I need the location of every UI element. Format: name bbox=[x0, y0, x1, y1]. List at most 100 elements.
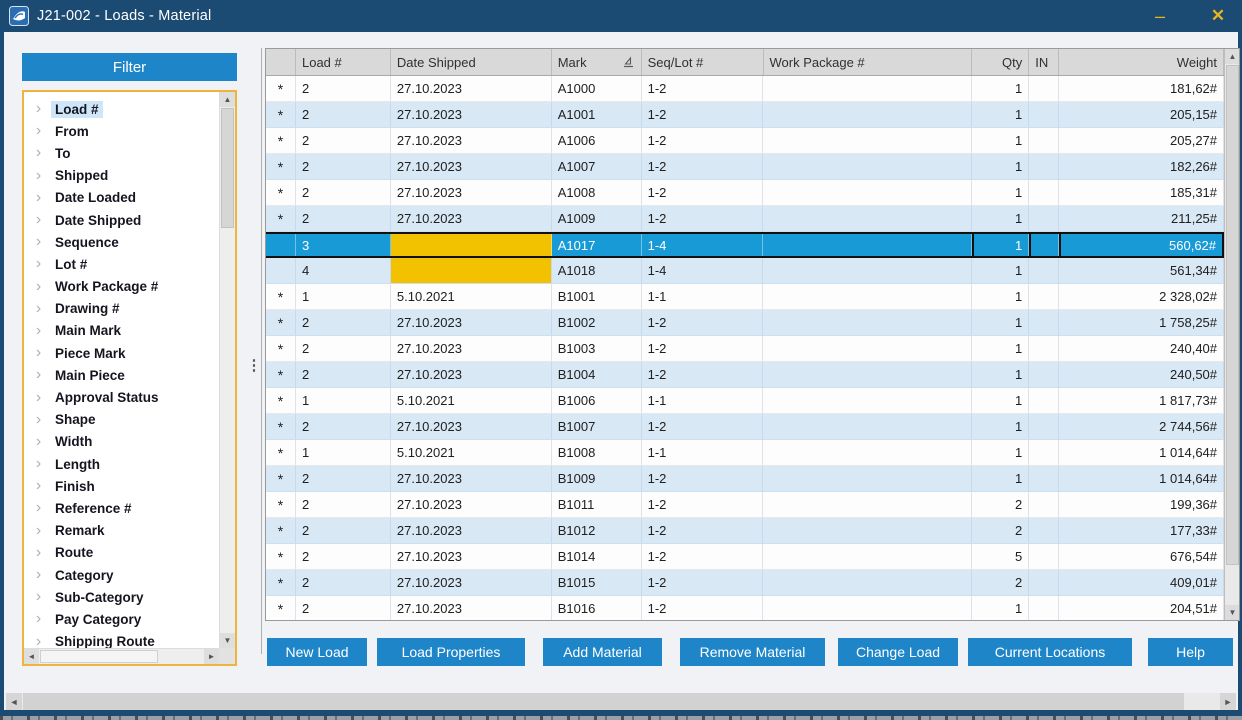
grid-vertical-scrollbar[interactable]: ▲ ▼ bbox=[1224, 49, 1239, 620]
filter-tree-item-to[interactable]: ›To bbox=[24, 142, 219, 164]
cell-qty[interactable]: 1 bbox=[972, 258, 1029, 283]
cell-marker[interactable]: * bbox=[266, 154, 296, 179]
cell-load[interactable]: 2 bbox=[296, 596, 391, 620]
help-button[interactable]: Help bbox=[1148, 638, 1233, 666]
expand-chevron-icon[interactable]: › bbox=[32, 123, 45, 139]
expand-chevron-icon[interactable]: › bbox=[32, 145, 45, 161]
cell-in[interactable] bbox=[1029, 570, 1059, 595]
expand-chevron-icon[interactable]: › bbox=[32, 500, 45, 516]
table-row[interactable]: *227.10.2023B10071-212 744,56# bbox=[266, 414, 1224, 440]
filter-tree-item-main-piece[interactable]: ›Main Piece bbox=[24, 364, 219, 386]
cell-seq[interactable]: 1-2 bbox=[642, 362, 764, 387]
cell-seq[interactable]: 1-2 bbox=[642, 544, 764, 569]
expand-chevron-icon[interactable]: › bbox=[32, 456, 45, 472]
cell-date[interactable]: 5.10.2021 bbox=[391, 284, 552, 309]
expand-chevron-icon[interactable]: › bbox=[32, 256, 45, 272]
new-load-button[interactable]: New Load bbox=[267, 638, 367, 666]
table-row[interactable]: *227.10.2023B10151-22409,01# bbox=[266, 570, 1224, 596]
table-row[interactable]: 4A10181-41561,34# bbox=[266, 258, 1224, 284]
expand-chevron-icon[interactable]: › bbox=[32, 567, 45, 583]
cell-load[interactable]: 2 bbox=[296, 128, 391, 153]
filter-tree-item-shape[interactable]: ›Shape bbox=[24, 409, 219, 431]
table-row[interactable]: *227.10.2023B10161-21204,51# bbox=[266, 596, 1224, 620]
cell-load[interactable]: 2 bbox=[296, 180, 391, 205]
cell-seq[interactable]: 1-4 bbox=[642, 234, 764, 256]
cell-in[interactable] bbox=[1029, 466, 1059, 491]
cell-marker[interactable]: * bbox=[266, 440, 296, 465]
scroll-right-icon[interactable]: ► bbox=[204, 649, 219, 664]
cell-seq[interactable]: 1-1 bbox=[642, 440, 764, 465]
cell-wp[interactable] bbox=[763, 258, 972, 283]
cell-date[interactable]: 27.10.2023 bbox=[391, 180, 552, 205]
column-header-work-package[interactable]: Work Package # bbox=[764, 49, 973, 75]
cell-weight[interactable]: 1 014,64# bbox=[1059, 466, 1224, 491]
filter-tree-item-shipping-route[interactable]: ›Shipping Route bbox=[24, 631, 219, 649]
cell-in[interactable] bbox=[1029, 206, 1059, 231]
expand-chevron-icon[interactable]: › bbox=[32, 101, 45, 117]
cell-in[interactable] bbox=[1029, 310, 1059, 335]
cell-marker[interactable]: * bbox=[266, 128, 296, 153]
cell-in[interactable] bbox=[1029, 544, 1059, 569]
cell-marker[interactable]: * bbox=[266, 388, 296, 413]
cell-seq[interactable]: 1-2 bbox=[642, 128, 764, 153]
cell-wp[interactable] bbox=[763, 466, 972, 491]
cell-qty[interactable]: 1 bbox=[972, 180, 1029, 205]
cell-date[interactable]: 27.10.2023 bbox=[391, 76, 552, 101]
cell-marker[interactable]: * bbox=[266, 284, 296, 309]
cell-seq[interactable]: 1-2 bbox=[642, 310, 764, 335]
cell-in[interactable] bbox=[1029, 180, 1059, 205]
expand-chevron-icon[interactable]: › bbox=[32, 434, 45, 450]
filter-tree-item-length[interactable]: ›Length bbox=[24, 453, 219, 475]
expand-chevron-icon[interactable]: › bbox=[32, 611, 45, 627]
cell-marker[interactable] bbox=[266, 234, 296, 256]
cell-marker[interactable]: * bbox=[266, 544, 296, 569]
cell-in[interactable] bbox=[1029, 234, 1059, 256]
expand-chevron-icon[interactable]: › bbox=[32, 323, 45, 339]
cell-load[interactable]: 1 bbox=[296, 284, 391, 309]
cell-mark[interactable]: B1008 bbox=[552, 440, 642, 465]
table-row[interactable]: *15.10.2021B10061-111 817,73# bbox=[266, 388, 1224, 414]
cell-wp[interactable] bbox=[763, 414, 972, 439]
expand-chevron-icon[interactable]: › bbox=[32, 168, 45, 184]
cell-in[interactable] bbox=[1029, 414, 1059, 439]
filter-tree-item-width[interactable]: ›Width bbox=[24, 431, 219, 453]
cell-seq[interactable]: 1-2 bbox=[642, 76, 764, 101]
filter-tree-item-load[interactable]: ›Load # bbox=[24, 98, 219, 120]
cell-load[interactable]: 4 bbox=[296, 258, 391, 283]
cell-marker[interactable]: * bbox=[266, 76, 296, 101]
cell-marker[interactable]: * bbox=[266, 310, 296, 335]
expand-chevron-icon[interactable]: › bbox=[32, 478, 45, 494]
cell-load[interactable]: 2 bbox=[296, 570, 391, 595]
cell-qty[interactable]: 1 bbox=[972, 76, 1029, 101]
cell-weight[interactable]: 2 328,02# bbox=[1059, 284, 1224, 309]
expand-chevron-icon[interactable]: › bbox=[32, 301, 45, 317]
cell-mark[interactable]: A1009 bbox=[552, 206, 642, 231]
cell-date[interactable]: 5.10.2021 bbox=[391, 388, 552, 413]
cell-seq[interactable]: 1-2 bbox=[642, 492, 764, 517]
close-button[interactable]: ✕ bbox=[1200, 1, 1236, 31]
cell-seq[interactable]: 1-2 bbox=[642, 570, 764, 595]
cell-marker[interactable]: * bbox=[266, 466, 296, 491]
table-row[interactable]: 3A10171-41560,62# bbox=[266, 232, 1224, 258]
cell-weight[interactable]: 1 014,64# bbox=[1059, 440, 1224, 465]
column-header-weight[interactable]: Weight bbox=[1059, 49, 1224, 75]
cell-weight[interactable]: 204,51# bbox=[1059, 596, 1224, 620]
filter-tree-item-shipped[interactable]: ›Shipped bbox=[24, 165, 219, 187]
cell-date[interactable]: 27.10.2023 bbox=[391, 206, 552, 231]
cell-in[interactable] bbox=[1029, 258, 1059, 283]
cell-date[interactable]: 5.10.2021 bbox=[391, 440, 552, 465]
cell-qty[interactable]: 1 bbox=[972, 414, 1029, 439]
cell-date[interactable]: 27.10.2023 bbox=[391, 310, 552, 335]
cell-weight[interactable]: 177,33# bbox=[1059, 518, 1224, 543]
table-row[interactable]: *227.10.2023A10091-21211,25# bbox=[266, 206, 1224, 232]
cell-weight[interactable]: 205,15# bbox=[1059, 102, 1224, 127]
cell-in[interactable] bbox=[1029, 596, 1059, 620]
cell-seq[interactable]: 1-2 bbox=[642, 180, 764, 205]
cell-marker[interactable]: * bbox=[266, 336, 296, 361]
cell-in[interactable] bbox=[1029, 76, 1059, 101]
minimize-button[interactable]: – bbox=[1142, 1, 1178, 31]
cell-seq[interactable]: 1-2 bbox=[642, 206, 764, 231]
window-horizontal-scrollbar[interactable]: ◄ ► bbox=[6, 693, 1236, 710]
scroll-down-icon[interactable]: ▼ bbox=[1225, 605, 1240, 620]
filter-tree-item-work-package[interactable]: ›Work Package # bbox=[24, 276, 219, 298]
